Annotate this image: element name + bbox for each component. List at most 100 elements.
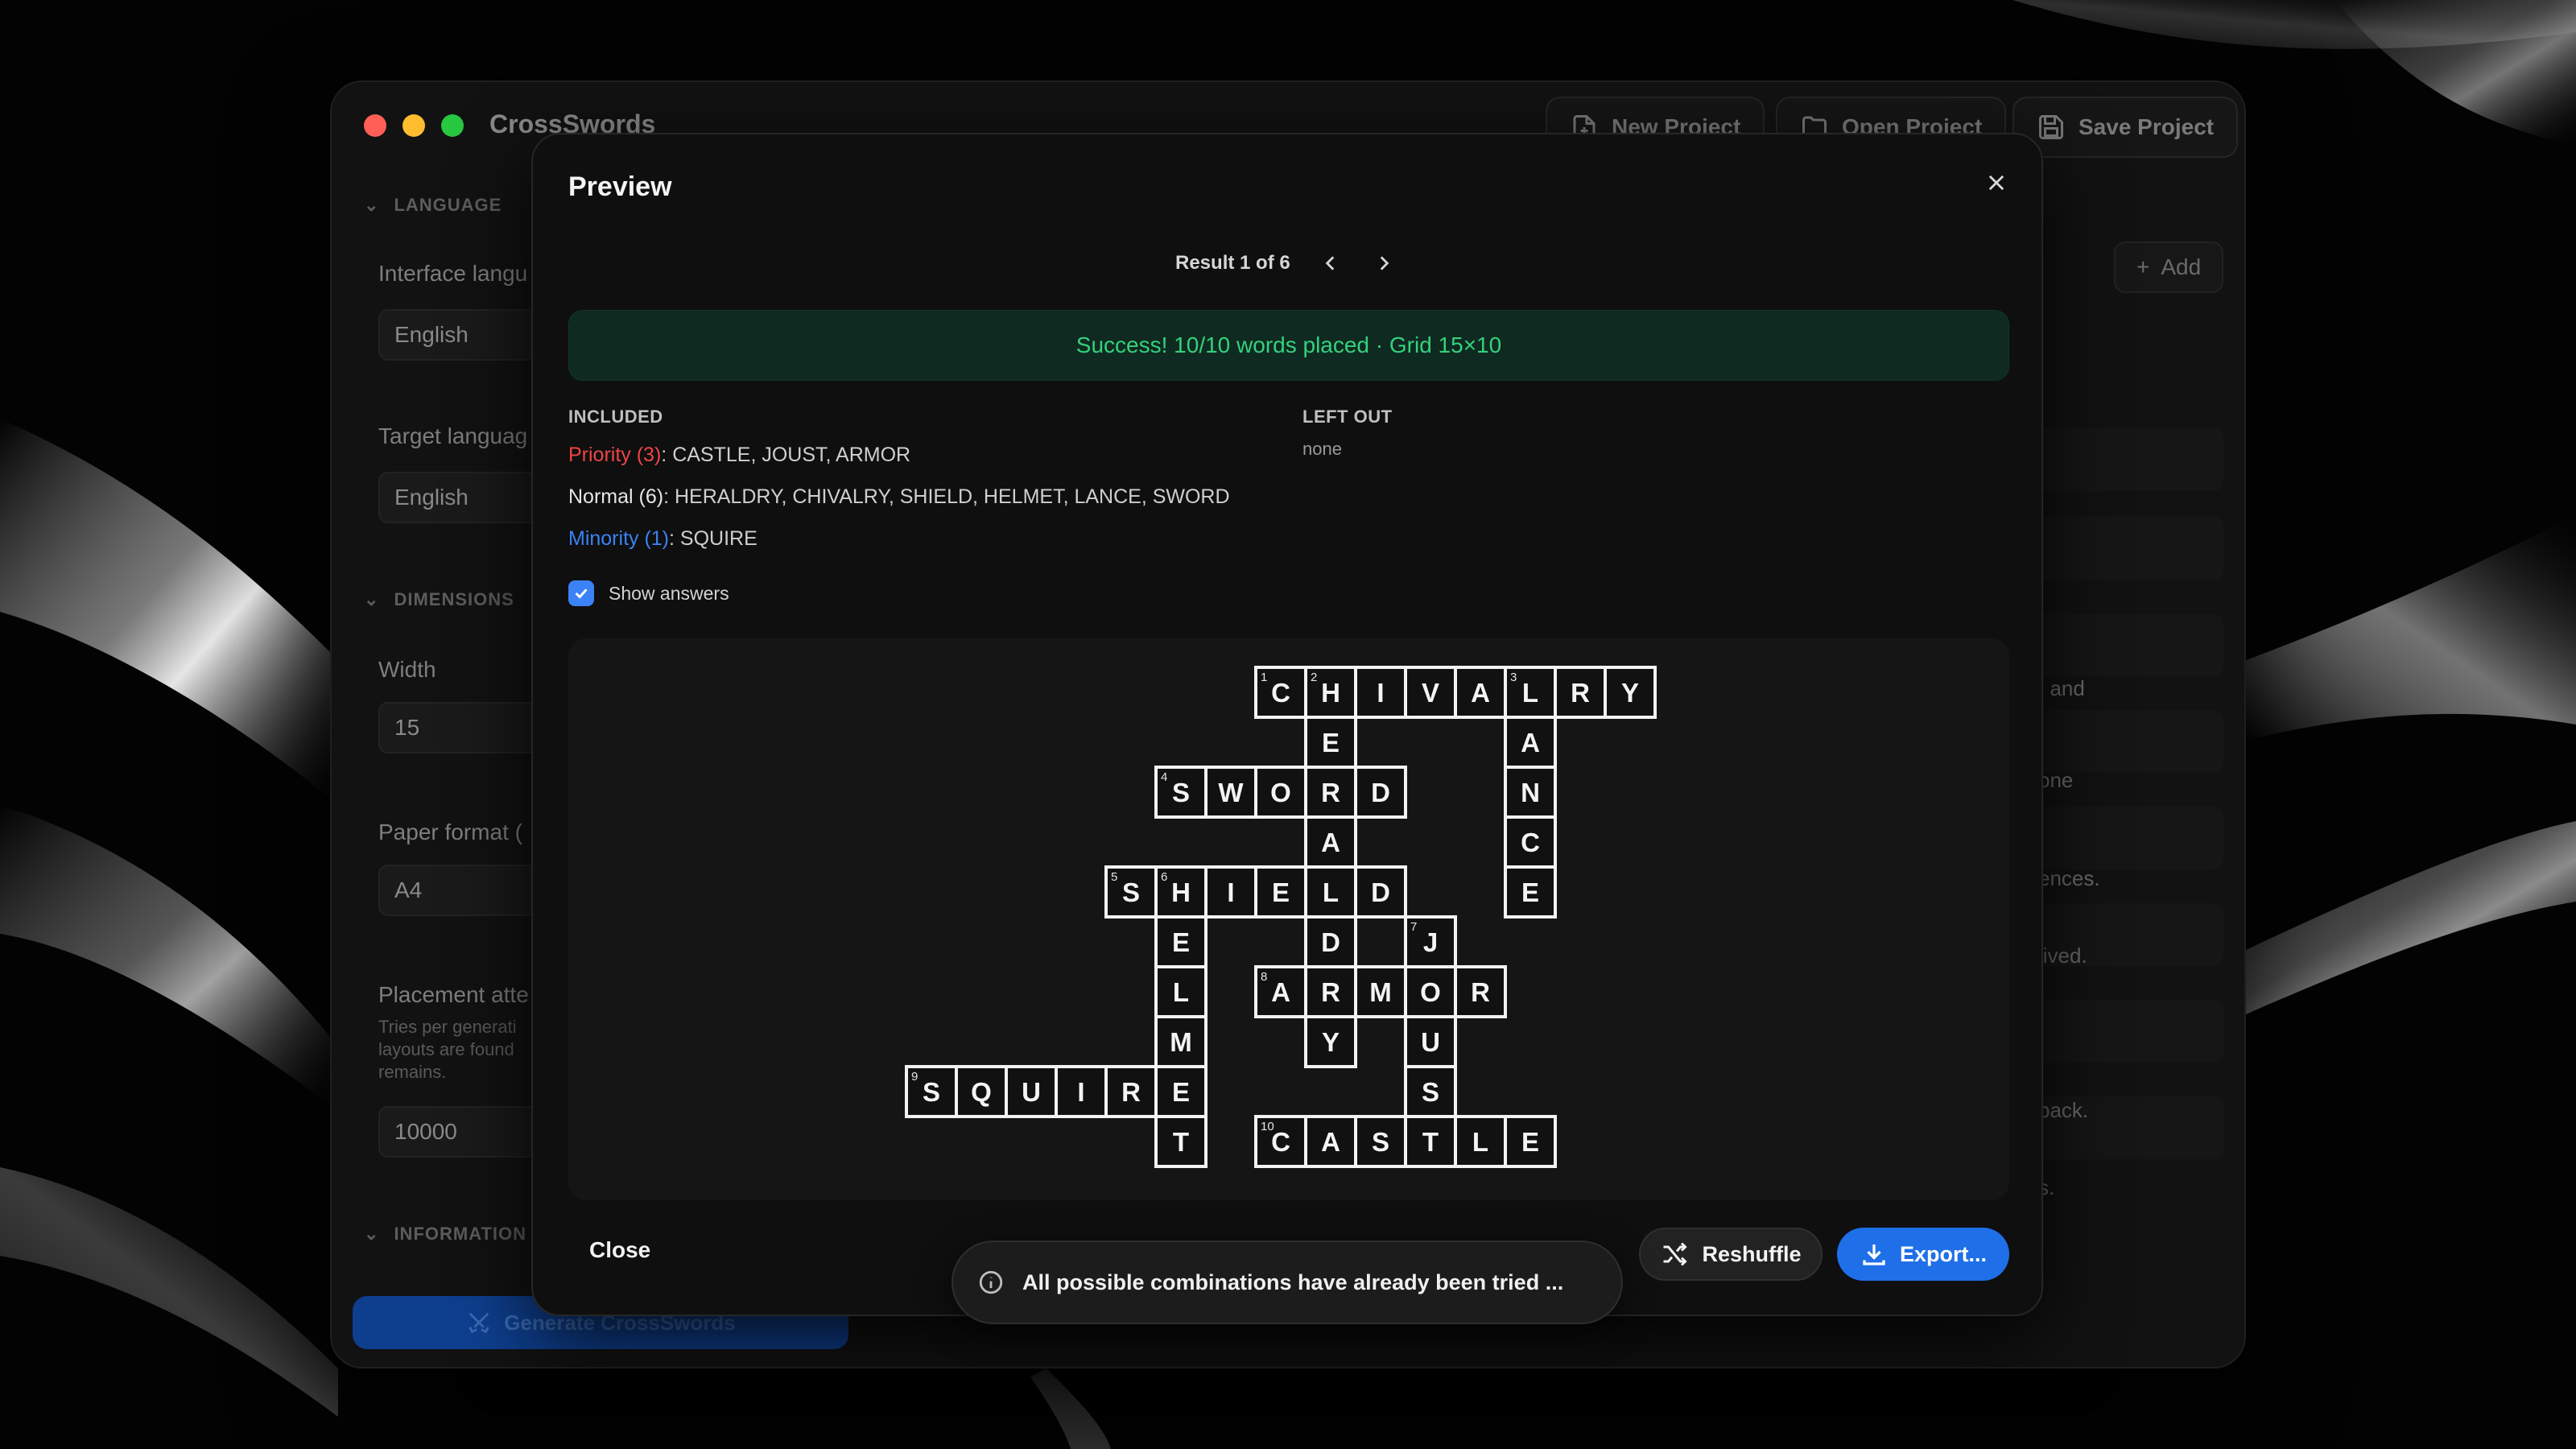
crossword-cell: N [1504,766,1557,819]
minority-words: : SQUIRE [669,527,758,550]
chevron-left-icon [1325,256,1334,270]
cell-letter: H [1321,678,1340,708]
show-answers-checkbox[interactable] [568,580,594,606]
placement-attempts-label: Placement atte [378,982,529,1007]
reshuffle-button[interactable]: Reshuffle [1639,1228,1823,1281]
crossword-cell: O [1404,965,1457,1018]
crossword-cell: A [1304,1115,1357,1168]
cell-letter: R [1321,778,1340,807]
cell-letter: R [1121,1077,1141,1107]
show-answers-toggle[interactable]: Show answers [568,580,729,606]
crossword-grid: C1H2I V A L3R YERALDRYANCES4W O DS5H6I E DELMETJ… [905,666,1657,1168]
dimensions-section-title: DIMENSIONS [394,589,514,609]
crossword-cell: D [1354,766,1407,819]
width-label: Width [378,657,436,682]
close-window-button[interactable] [364,114,386,137]
cell-letter: C [1271,678,1290,708]
clue-number: 6 [1161,870,1167,884]
cell-letter: E [1272,877,1290,907]
zoom-window-button[interactable] [441,114,464,137]
clue-number: 5 [1111,870,1117,884]
language-section-header[interactable]: ⌄ LANGUAGE [364,195,502,216]
next-result-button[interactable] [1371,250,1397,276]
modal-close-button[interactable] [1979,165,2014,200]
crossword-cell: J7 [1404,915,1457,968]
cell-letter: I [1377,678,1384,708]
clue-number: 2 [1311,671,1317,684]
chevron-down-icon: ⌄ [364,1224,380,1244]
cell-letter: W [1218,778,1244,807]
crossword-cell: S4 [1154,766,1208,819]
crossword-cell: U [1005,1065,1058,1118]
info-icon [979,1270,1003,1294]
cell-letter: S [1172,778,1190,807]
clue-number: 9 [911,1070,918,1084]
crossword-cell: T [1154,1115,1208,1168]
normal-words: : HERALDRY, CHIVALRY, SHIELD, HELMET, LA… [663,485,1230,508]
clue-number: 4 [1161,770,1167,784]
left-out-value: none [1302,439,1342,459]
crossword-cell: L [1154,965,1208,1018]
dimensions-section-header[interactable]: ⌄ DIMENSIONS [364,589,514,610]
crossword-cell: D [1304,915,1357,968]
cell-letter: O [1270,778,1291,807]
left-out-heading: LEFT OUT [1302,407,1393,427]
crossword-cell: E [1504,1115,1557,1168]
crossword-cell: O [1254,766,1307,819]
crossword-cell: A [1504,716,1557,769]
show-answers-label: Show answers [609,582,729,604]
cell-letter: J [1423,927,1438,957]
cell-letter: N [1521,778,1540,807]
crossword-cell: E [1154,915,1208,968]
minimize-window-button[interactable] [402,114,425,137]
normal-words-line: Normal (6): HERALDRY, CHIVALRY, SHIELD, … [568,485,1230,509]
cell-letter: S [1422,1077,1439,1107]
crossword-cell: W [1204,766,1257,819]
cell-letter: A [1321,828,1340,857]
crossword-cell: C1 [1254,666,1307,719]
clue-number: 7 [1410,920,1417,934]
cell-letter: Y [1621,678,1639,708]
clue-number: 10 [1261,1120,1274,1133]
save-project-label: Save Project [2079,114,2215,139]
crossword-cell: H2 [1304,666,1357,719]
add-word-button[interactable]: + Add [2114,242,2224,293]
clue-number: 1 [1261,671,1267,684]
crossword-cell: L3 [1504,666,1557,719]
cell-letter: R [1321,977,1340,1007]
crossword-cell: C10 [1254,1115,1307,1168]
crossword-cell: T [1404,1115,1457,1168]
crossword-cell: I [1204,865,1257,919]
crossword-cell: S [1354,1115,1407,1168]
crossword-cell: I [1055,1065,1108,1118]
export-button[interactable]: Export... [1837,1228,2009,1281]
preview-modal: Preview Result 1 of 6 Success! 10/10 wor… [531,133,2043,1316]
background-text-fragment: lived. [2038,943,2087,968]
save-icon [2039,115,2063,139]
previous-result-button[interactable] [1318,250,1344,276]
crossword-cell: H6 [1154,865,1208,919]
cell-letter: O [1420,977,1441,1007]
included-heading: INCLUDED [568,407,663,427]
cell-letter: M [1170,1027,1192,1057]
background-text-fragment: , and [2038,676,2085,700]
crossword-cell: E [1254,865,1307,919]
crossword-cell: E [1304,716,1357,769]
crossword-cell: A [1454,666,1507,719]
crossword-cell: M [1154,1015,1208,1068]
interface-language-label: Interface langu [378,261,528,286]
cell-letter: E [1322,728,1340,758]
crossword-cell: M [1354,965,1407,1018]
cell-letter: D [1321,927,1340,957]
close-button[interactable]: Close [589,1237,650,1263]
information-section-header[interactable]: ⌄ INFORMATION [364,1224,526,1245]
chevron-down-icon: ⌄ [364,589,380,609]
result-navigation: Result 1 of 6 [1175,246,1397,281]
cell-letter: E [1172,927,1190,957]
save-project-button[interactable]: Save Project [2013,97,2239,158]
paper-format-label: Paper format ( [378,819,522,844]
cell-letter: U [1022,1077,1041,1107]
cell-letter: I [1227,877,1234,907]
chevron-right-icon [1380,256,1389,270]
crossword-cell: R [1304,965,1357,1018]
